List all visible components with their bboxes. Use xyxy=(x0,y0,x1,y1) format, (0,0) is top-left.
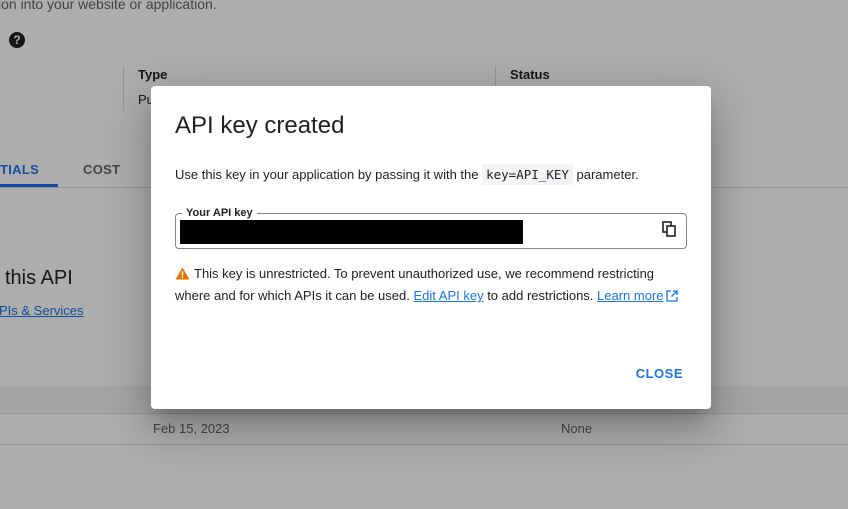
api-key-created-dialog: API key created Use this key in your app… xyxy=(151,86,711,409)
learn-more-link[interactable]: Learn more xyxy=(597,288,663,303)
dialog-title: API key created xyxy=(175,112,345,139)
edit-api-key-link[interactable]: Edit API key xyxy=(413,288,483,303)
key-param-code: key=API_KEY xyxy=(482,164,573,185)
api-key-field[interactable]: Your API key xyxy=(175,206,687,249)
description-text-end: parameter. xyxy=(572,167,639,182)
warning-text-suffix: to add restrictions. xyxy=(483,288,594,303)
open-in-new-icon[interactable] xyxy=(665,288,678,308)
copy-button[interactable] xyxy=(658,220,680,242)
dialog-description: Use this key in your application by pass… xyxy=(175,164,639,185)
api-key-value-redacted[interactable] xyxy=(180,220,523,244)
warning-triangle-icon xyxy=(175,266,190,286)
unrestricted-warning: This key is unrestricted. To prevent una… xyxy=(175,264,685,308)
api-key-field-label: Your API key xyxy=(182,206,257,220)
close-button[interactable]: CLOSE xyxy=(624,360,695,387)
copy-icon xyxy=(662,220,676,242)
description-text: Use this key in your application by pass… xyxy=(175,167,483,182)
